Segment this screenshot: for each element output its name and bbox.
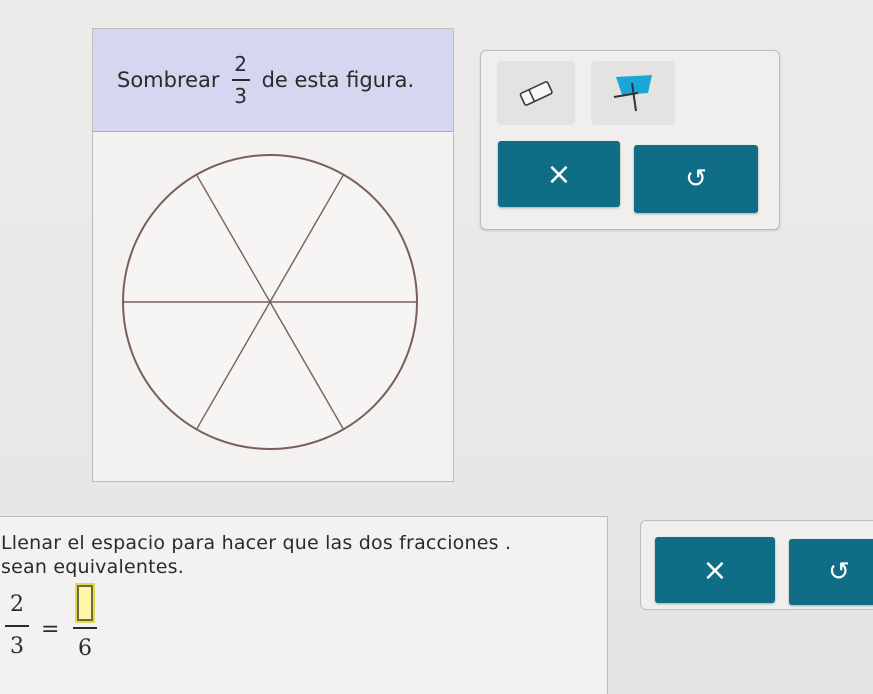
question-prefix: Sombrear	[117, 68, 220, 92]
shade-question-panel: Sombrear 2 3 de esta figura.	[92, 28, 454, 482]
fill-tool-button[interactable]	[591, 61, 675, 125]
fraction-numerator: 2	[234, 52, 247, 76]
eraser-icon	[519, 81, 553, 106]
clear-button[interactable]: ×	[498, 141, 620, 207]
paint-fill-icon	[613, 75, 652, 112]
circle-figure	[122, 154, 418, 450]
eraser-tool-button[interactable]	[497, 61, 575, 125]
left-fraction-bar	[5, 625, 29, 627]
fill-actions-panel: × ↺	[640, 520, 873, 610]
shade-question-header: Sombrear 2 3 de esta figura.	[93, 29, 453, 132]
undo-icon: ↺	[828, 557, 850, 587]
fill-clear-button[interactable]: ×	[655, 537, 775, 603]
equals-sign: =	[41, 617, 60, 642]
instruction-line-1: Llenar el espacio para hacer que las dos…	[1, 532, 512, 554]
fraction-denominator: 3	[234, 84, 247, 108]
right-denominator: 6	[78, 636, 92, 661]
left-denominator: 3	[10, 634, 24, 659]
fraction-bar	[231, 79, 250, 81]
fill-instructions: Llenar el espacio para hacer que las dos…	[1, 531, 601, 579]
tools-panel: × ↺	[480, 50, 780, 230]
right-fraction: 6	[73, 583, 97, 663]
undo-icon: ↺	[685, 164, 707, 194]
left-fraction: 2 3	[5, 591, 29, 661]
close-icon: ×	[546, 156, 572, 192]
question-fraction: 2 3	[231, 52, 250, 108]
question-suffix: de esta figura.	[261, 68, 415, 92]
equivalence-equation: 2 3 = 6	[5, 583, 125, 693]
undo-button[interactable]: ↺	[634, 145, 758, 213]
right-fraction-bar	[73, 627, 97, 629]
left-numerator: 2	[10, 592, 24, 617]
instruction-line-2: sean equivalentes.	[1, 556, 184, 578]
close-icon: ×	[702, 552, 728, 588]
fill-question-panel: Llenar el espacio para hacer que las dos…	[0, 516, 608, 694]
answer-input[interactable]	[75, 583, 95, 623]
fill-undo-button[interactable]: ↺	[789, 539, 873, 605]
